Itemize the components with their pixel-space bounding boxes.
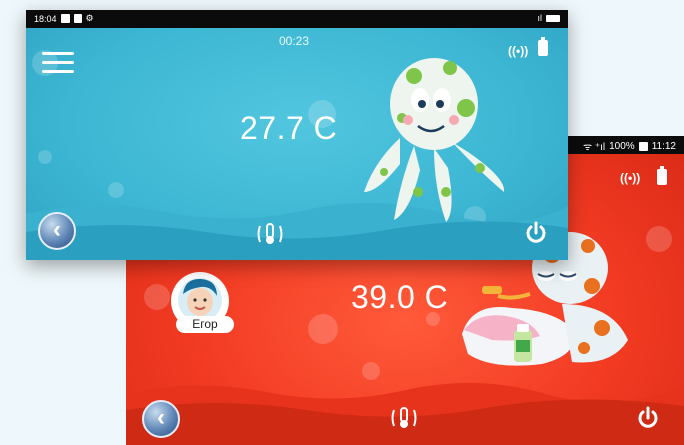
signal-status-icon: ıl	[537, 13, 543, 23]
blue-screen: 18:04 ⚙ ıl 00:23 ((•)) 27.7 C ‹	[26, 10, 568, 260]
clock: 18:04	[34, 13, 57, 24]
back-icon: ‹	[157, 404, 165, 431]
bubble	[144, 284, 170, 310]
battery-icon	[657, 166, 667, 185]
thermometer-icon[interactable]	[390, 406, 418, 430]
temperature-reading: 27.7 C	[240, 110, 338, 146]
back-icon: ‹	[53, 216, 61, 243]
menu-icon[interactable]	[42, 52, 74, 79]
session-timer: 00:23	[279, 34, 310, 48]
bubble	[308, 314, 338, 344]
temperature-reading: 39.0 C	[351, 279, 449, 315]
power-icon[interactable]	[636, 406, 660, 430]
power-icon[interactable]	[524, 221, 548, 245]
octopus-mascot-icon	[364, 58, 505, 222]
thermometer-icon[interactable]	[256, 222, 284, 246]
battery-status-icon	[546, 14, 560, 22]
mail-icon	[73, 14, 82, 23]
profile-name: Егор	[176, 316, 234, 333]
status-bar: 18:04 ⚙ ıl	[26, 10, 568, 28]
back-button[interactable]: ‹	[38, 212, 76, 250]
clock: 11:12	[651, 140, 676, 152]
battery-status-icon	[638, 141, 648, 151]
battery-icon	[538, 37, 548, 56]
battery-percent: 100%	[609, 140, 635, 152]
notification-icon	[60, 14, 70, 23]
back-button[interactable]: ‹	[142, 400, 180, 438]
settings-status-icon: ⚙	[85, 13, 94, 23]
signal-icon: ((•))	[620, 171, 641, 185]
signal-status-text: ᯤ ⁺ıl	[582, 142, 606, 153]
bubble	[38, 150, 52, 164]
